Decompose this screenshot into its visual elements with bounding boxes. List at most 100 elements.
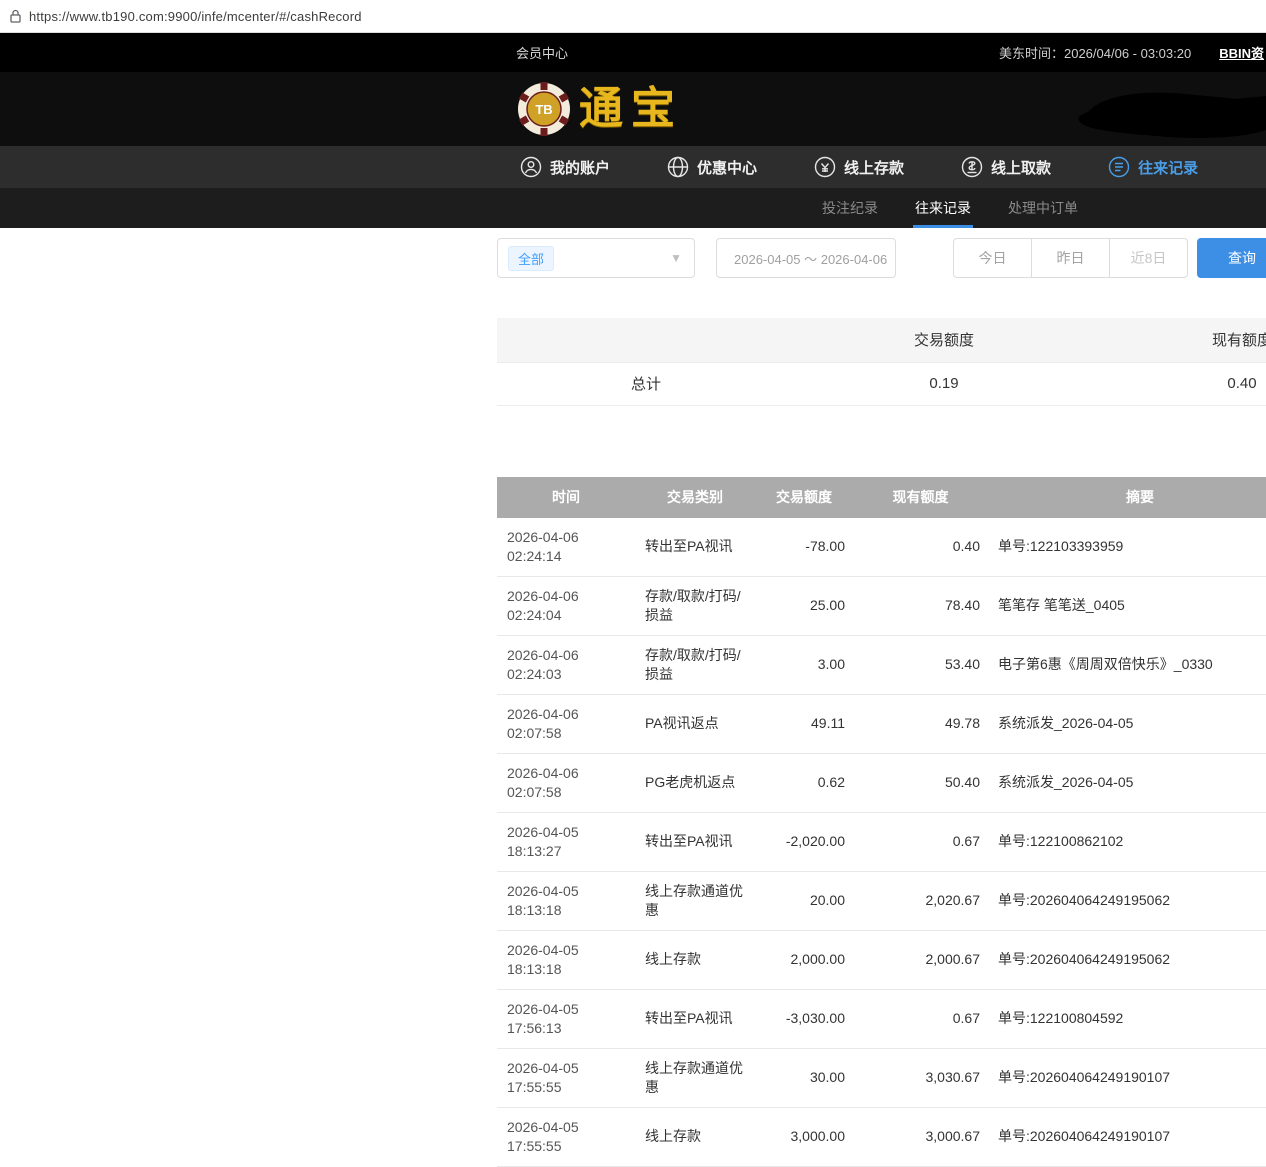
cell-type: 转出至PA视讯 [635, 518, 755, 577]
cell-type: PG老虎机返点 [635, 753, 755, 812]
record-document-icon [1108, 156, 1130, 178]
logo-band: TB 通宝 [0, 72, 1266, 146]
svg-text:TB: TB [535, 102, 552, 117]
today-button[interactable]: 今日 [953, 238, 1032, 278]
cell-balance: 2,000.67 [853, 930, 988, 989]
cell-time: 2026-04-05 17:55:55 [497, 1107, 635, 1166]
cell-balance: 0.67 [853, 812, 988, 871]
nav-online-deposit[interactable]: 线上存款 [814, 146, 904, 188]
content-area: 全部 ▼ 2026-04-05 ～ 2026-04-06 今日 昨日 近8日 查… [497, 228, 1266, 1167]
cell-time: 2026-04-05 18:13:18 [497, 871, 635, 930]
cell-time: 2026-04-05 18:13:27 [497, 812, 635, 871]
summary-header-trade-amount: 交易额度 [795, 318, 1093, 362]
table-row: 2026-04-05 18:13:18 线上存款 2,000.00 2,000.… [497, 930, 1266, 989]
cell-amount: -3,030.00 [755, 989, 853, 1048]
cell-type: PA视讯返点 [635, 694, 755, 753]
subnav-pending-orders[interactable]: 处理中订单 [1006, 188, 1080, 228]
table-row: 2026-04-06 02:24:14 转出至PA视讯 -78.00 0.40 … [497, 518, 1266, 577]
cell-amount: 20.00 [755, 871, 853, 930]
transactions-table: 时间 交易类别 交易额度 现有额度 摘要 2026-04-06 02:24:14… [497, 477, 1266, 1167]
cell-amount: 3.00 [755, 635, 853, 694]
nav-label: 优惠中心 [697, 157, 757, 178]
table-row: 2026-04-05 18:13:27 转出至PA视讯 -2,020.00 0.… [497, 812, 1266, 871]
subnav-label: 往来记录 [915, 198, 971, 218]
subnav-transaction-records[interactable]: 往来记录 [913, 188, 973, 228]
cell-time: 2026-04-06 02:24:03 [497, 635, 635, 694]
transactions-header-row: 时间 交易类别 交易额度 现有额度 摘要 [497, 477, 1266, 518]
search-button[interactable]: 查询 [1197, 238, 1266, 278]
cell-balance: 53.40 [853, 635, 988, 694]
table-row: 2026-04-06 02:24:04 存款/取款/打码/损益 25.00 78… [497, 576, 1266, 635]
date-range-value[interactable]: 2026-04-05 ～ 2026-04-06 [734, 249, 887, 268]
poker-chip-logo-icon: TB [517, 82, 571, 136]
withdrawal-coin-icon [961, 156, 983, 178]
nav-label: 线上取款 [991, 157, 1051, 178]
nav-transaction-records[interactable]: 往来记录 [1108, 146, 1198, 188]
cell-memo: 系统派发_2026-04-05 [988, 694, 1266, 753]
cell-amount: 0.62 [755, 753, 853, 812]
cell-balance: 0.67 [853, 989, 988, 1048]
brand-name: 通宝 [579, 81, 683, 137]
member-center-link[interactable]: 会员中心 [516, 33, 568, 72]
cell-time: 2026-04-05 17:55:55 [497, 1048, 635, 1107]
col-header-type: 交易类别 [635, 477, 755, 518]
yesterday-button[interactable]: 昨日 [1031, 238, 1110, 278]
cell-balance: 0.40 [853, 518, 988, 577]
cell-balance: 49.78 [853, 694, 988, 753]
col-header-time: 时间 [497, 477, 635, 518]
cell-amount: 49.11 [755, 694, 853, 753]
url-text[interactable]: https://www.tb190.com:9900/infe/mcenter/… [29, 9, 362, 24]
cell-memo: 单号:202604064249190107 [988, 1048, 1266, 1107]
bbin-promo-link[interactable]: BBIN资 [1219, 43, 1264, 62]
summary-header-row: 交易额度 现有额度 [497, 318, 1266, 362]
cell-memo: 系统派发_2026-04-05 [988, 753, 1266, 812]
table-row: 2026-04-05 17:55:55 线上存款 3,000.00 3,000.… [497, 1107, 1266, 1166]
cell-type: 线上存款通道优惠 [635, 871, 755, 930]
transaction-type-select[interactable]: 全部 ▼ [497, 238, 695, 278]
nav-label: 线上存款 [844, 157, 904, 178]
cell-memo: 单号:202604064249190107 [988, 1107, 1266, 1166]
cell-time: 2026-04-05 18:13:18 [497, 930, 635, 989]
col-header-balance: 现有额度 [853, 477, 988, 518]
cell-type: 线上存款通道优惠 [635, 1048, 755, 1107]
subnav-label: 处理中订单 [1008, 198, 1078, 218]
cell-memo: 单号:122100862102 [988, 812, 1266, 871]
site-logo[interactable]: TB 通宝 [517, 81, 683, 137]
cell-type: 存款/取款/打码/损益 [635, 635, 755, 694]
col-header-memo: 摘要 [988, 477, 1266, 518]
top-utility-bar: 会员中心 美东时间：2026/04/06 - 03:03:20 BBIN资 [0, 33, 1266, 72]
last-8-days-button[interactable]: 近8日 [1109, 238, 1188, 278]
selected-type-tag[interactable]: 全部 [508, 246, 554, 271]
browser-address-bar[interactable]: https://www.tb190.com:9900/infe/mcenter/… [0, 0, 1266, 33]
cell-type: 存款/取款/打码/损益 [635, 576, 755, 635]
transactions-body: 2026-04-06 02:24:14 转出至PA视讯 -78.00 0.40 … [497, 518, 1266, 1167]
cell-memo: 电子第6惠《周周双倍快乐》_0330 [988, 635, 1266, 694]
summary-header-balance: 现有额度 [1093, 318, 1266, 362]
cell-amount: -2,020.00 [755, 812, 853, 871]
cell-type: 线上存款 [635, 1107, 755, 1166]
cell-amount: 25.00 [755, 576, 853, 635]
cell-balance: 50.40 [853, 753, 988, 812]
cell-time: 2026-04-05 17:56:13 [497, 989, 635, 1048]
cell-balance: 2,020.67 [853, 871, 988, 930]
table-row: 2026-04-06 02:07:58 PG老虎机返点 0.62 50.40 系… [497, 753, 1266, 812]
date-range-input[interactable]: 2026-04-05 ～ 2026-04-06 [716, 238, 896, 278]
summary-total-row: 总计 0.19 0.40 [497, 362, 1266, 405]
cell-time: 2026-04-06 02:24:14 [497, 518, 635, 577]
subnav-label: 投注纪录 [822, 198, 878, 218]
cell-balance: 3,000.67 [853, 1107, 988, 1166]
summary-total-balance: 0.40 [1093, 362, 1266, 405]
nav-promotions[interactable]: 优惠中心 [667, 146, 757, 188]
table-row: 2026-04-05 17:56:13 转出至PA视讯 -3,030.00 0.… [497, 989, 1266, 1048]
nav-my-account[interactable]: 我的账户 [520, 146, 610, 188]
subnav-betting-records[interactable]: 投注纪录 [820, 188, 880, 228]
cell-balance: 3,030.67 [853, 1048, 988, 1107]
main-navbar: 我的账户 优惠中心 线上存款 [0, 146, 1266, 188]
filter-row: 全部 ▼ 2026-04-05 ～ 2026-04-06 今日 昨日 近8日 查… [497, 238, 1266, 278]
cell-type: 转出至PA视讯 [635, 812, 755, 871]
summary-total-trade-amount: 0.19 [795, 362, 1093, 405]
summary-total-label: 总计 [497, 362, 795, 405]
user-icon [520, 156, 542, 178]
us-eastern-time: 美东时间：2026/04/06 - 03:03:20 [999, 43, 1191, 62]
nav-online-withdrawal[interactable]: 线上取款 [961, 146, 1051, 188]
